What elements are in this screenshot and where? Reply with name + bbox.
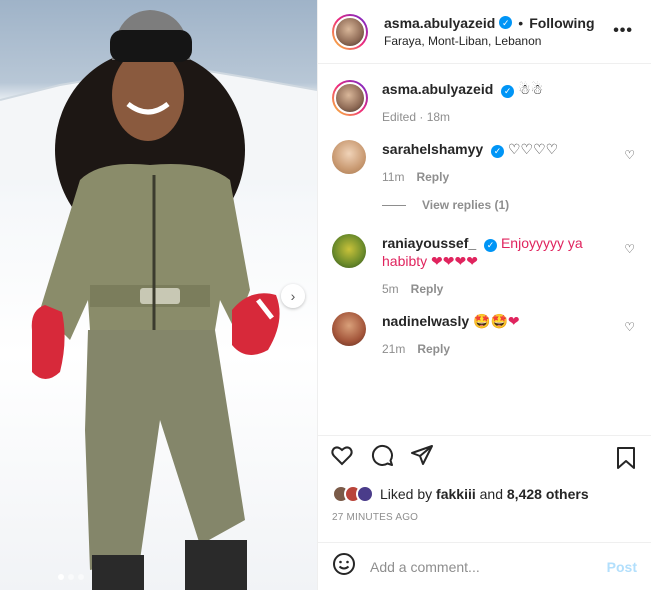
commenter-avatar[interactable] — [332, 140, 366, 174]
comment-item: nadinelwasly 🤩🤩❤ 21m Reply ♡ — [332, 312, 637, 358]
author-avatar[interactable] — [332, 13, 368, 50]
carousel-indicator — [58, 574, 84, 580]
post-photo[interactable]: › — [0, 0, 317, 590]
author-avatar[interactable] — [332, 80, 368, 116]
verified-badge-icon: ✓ — [484, 238, 498, 252]
reply-button[interactable]: Reply — [416, 168, 449, 186]
caption-username[interactable]: asma.abulyazeid — [382, 81, 493, 97]
comment-text: 🤩🤩❤ — [473, 313, 520, 329]
likes-and: and — [479, 486, 503, 502]
add-comment-bar: Post — [318, 542, 651, 590]
comments-list: asma.abulyazeid ✓ ☃☃ Edited · 18m sarahe… — [318, 64, 651, 436]
carousel-dot — [78, 574, 84, 580]
commenter-username[interactable]: sarahelshamyy — [382, 141, 483, 157]
divider-line — [382, 204, 406, 206]
location-link[interactable]: Faraya, Mont-Liban, Lebanon — [384, 32, 595, 50]
liker-avatar — [356, 485, 374, 503]
commenter-username[interactable]: raniayoussef_ — [382, 235, 476, 251]
likes-summary: Liked by fakkiii and 8,428 others — [318, 478, 651, 506]
verified-badge-icon: ✓ — [491, 144, 505, 158]
view-replies-label: View replies (1) — [422, 198, 510, 212]
separator-dot: • — [518, 14, 524, 31]
comment-item: raniayoussef_ ✓ Enjoyyyyy ya habibty ❤❤❤… — [332, 234, 637, 298]
share-icon[interactable] — [410, 443, 434, 471]
bookmark-icon[interactable] — [615, 446, 637, 474]
person-in-snowsuit — [31, 10, 280, 590]
post-button[interactable]: Post — [607, 559, 637, 575]
comment-like-heart-icon[interactable]: ♡ — [624, 242, 635, 256]
comment-icon[interactable] — [370, 443, 394, 471]
liked-by-prefix: Liked by — [380, 486, 433, 502]
verified-badge-icon: ✓ — [501, 84, 515, 98]
carousel-dot — [68, 574, 74, 580]
liker-avatars — [332, 485, 374, 503]
liker-username[interactable]: fakkiii — [436, 486, 476, 502]
comment-input[interactable] — [370, 558, 607, 575]
more-options-icon[interactable]: ••• — [613, 22, 633, 40]
comment-like-heart-icon[interactable]: ♡ — [624, 320, 635, 334]
reply-button[interactable]: Reply — [417, 340, 450, 358]
comment-text: ♡♡♡♡ — [507, 141, 559, 157]
likes-count[interactable]: 8,428 others — [507, 486, 589, 502]
reply-button[interactable]: Reply — [411, 280, 444, 298]
following-button[interactable]: Following — [529, 14, 594, 32]
view-replies-button[interactable]: View replies (1) — [382, 198, 637, 212]
post-panel: asma.abulyazeid ✓ • Following Faraya, Mo… — [317, 0, 651, 590]
edited-label: Edited · 18m — [382, 110, 451, 124]
comment-time[interactable]: 11m — [382, 168, 404, 186]
heart-icon[interactable] — [330, 443, 354, 471]
commenter-username[interactable]: nadinelwasly — [382, 313, 469, 329]
comment-item: sarahelshamyy ✓ ♡♡♡♡ 11m Reply ♡ — [332, 140, 637, 186]
chevron-right-icon: › — [290, 288, 296, 304]
commenter-avatar[interactable] — [332, 234, 366, 268]
emoji-icon[interactable] — [332, 552, 356, 582]
comment-like-heart-icon[interactable]: ♡ — [624, 148, 635, 162]
caption-text: ☃☃ — [518, 81, 544, 97]
post-timestamp[interactable]: 27 MINUTES AGO — [318, 506, 651, 528]
verified-badge-icon: ✓ — [499, 16, 513, 29]
comment-time[interactable]: 5m — [382, 280, 399, 298]
comment-time[interactable]: 21m — [382, 340, 405, 358]
author-username[interactable]: asma.abulyazeid — [384, 14, 495, 32]
commenter-avatar[interactable] — [332, 312, 366, 346]
action-bar — [318, 436, 651, 478]
carousel-dot — [58, 574, 64, 580]
caption: asma.abulyazeid ✓ ☃☃ Edited · 18m — [332, 80, 637, 126]
next-photo-button[interactable]: › — [281, 284, 305, 308]
post-header: asma.abulyazeid ✓ • Following Faraya, Mo… — [318, 0, 651, 64]
